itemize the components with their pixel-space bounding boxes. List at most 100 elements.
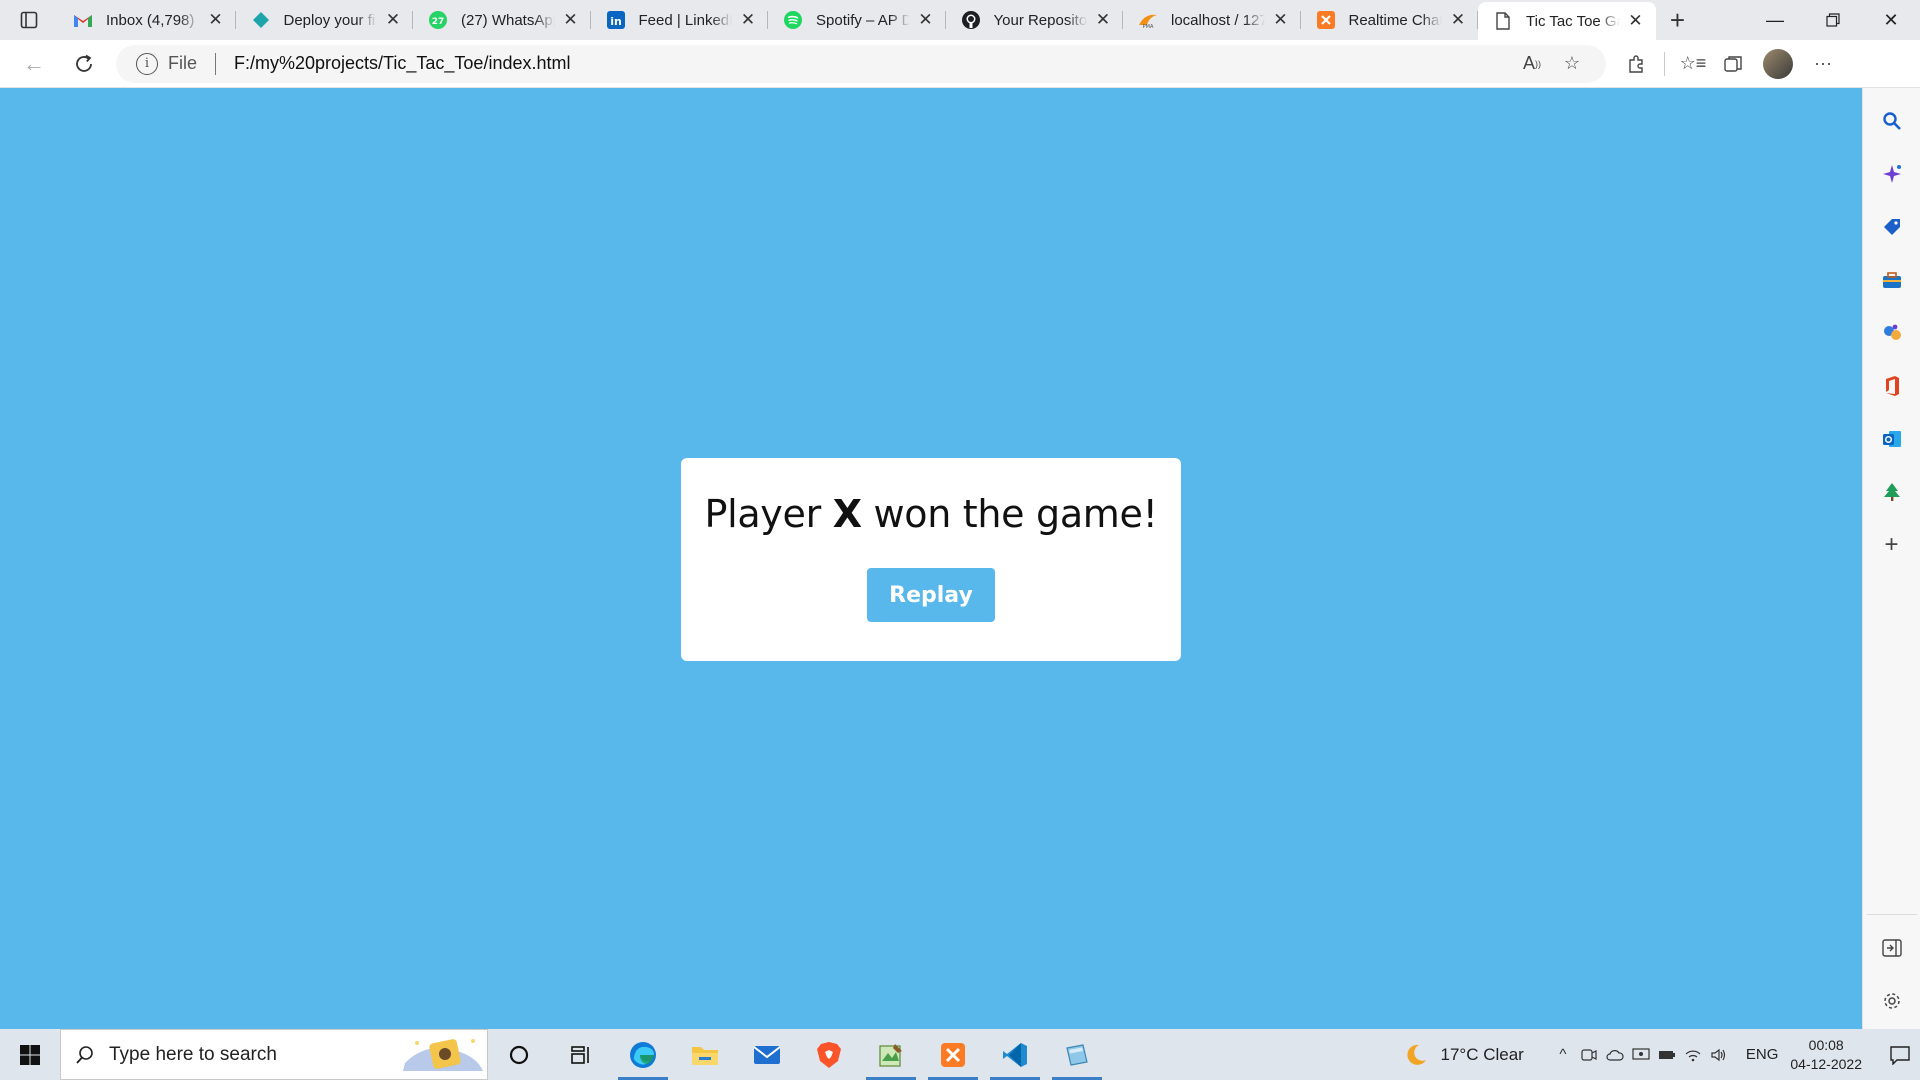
tab-whatsapp[interactable]: 27 (27) WhatsApp ✕ — [413, 0, 591, 40]
sidebar-hide-icon[interactable] — [1872, 928, 1912, 968]
site-info-icon[interactable]: i — [136, 52, 158, 75]
taskbar-file-explorer[interactable] — [674, 1029, 736, 1080]
display-icon[interactable] — [1628, 1042, 1654, 1068]
gmail-icon — [72, 9, 94, 31]
weather-widget[interactable]: 17°C Clear — [1403, 1042, 1524, 1068]
profile-avatar[interactable] — [1763, 48, 1793, 79]
tab-title: localhost / 127 — [1171, 11, 1265, 29]
show-hidden-icons-chevron-icon[interactable]: ^ — [1550, 1042, 1576, 1068]
clock[interactable]: 00:08 04-12-2022 — [1790, 1036, 1862, 1074]
collections-icon[interactable] — [1713, 47, 1753, 81]
tab-gmail[interactable]: Inbox (4,798) - ✕ — [58, 0, 236, 40]
favorites-icon[interactable]: ☆≡ — [1673, 47, 1713, 81]
taskbar-edge[interactable] — [612, 1029, 674, 1080]
cortana-button[interactable] — [488, 1029, 550, 1080]
battery-icon[interactable] — [1654, 1042, 1680, 1068]
sidebar-office-icon[interactable] — [1872, 366, 1912, 406]
meet-now-icon[interactable] — [1576, 1042, 1602, 1068]
refresh-button[interactable] — [64, 44, 104, 84]
task-view-button[interactable] — [550, 1029, 612, 1080]
close-icon: ✕ — [1883, 9, 1899, 30]
tab-tic-tac-toe[interactable]: Tic Tac Toe Ga ✕ — [1478, 2, 1656, 40]
wifi-icon[interactable] — [1680, 1042, 1706, 1068]
task-view-icon — [571, 1045, 589, 1064]
whatsapp-icon: 27 — [427, 9, 449, 31]
svg-text:PMA: PMA — [1143, 24, 1154, 29]
extensions-icon[interactable] — [1616, 47, 1656, 81]
app-window-icon — [1066, 1043, 1088, 1066]
tab-actions-button[interactable] — [0, 0, 58, 40]
tab-title: Inbox (4,798) - — [106, 11, 200, 29]
tab-spotify[interactable]: Spotify – AP D ✕ — [768, 0, 946, 40]
tab-github[interactable]: Your Repositor ✕ — [946, 0, 1124, 40]
taskbar-notepad-app[interactable] — [860, 1029, 922, 1080]
volume-icon[interactable] — [1706, 1042, 1732, 1068]
xampp-icon — [1315, 9, 1337, 31]
xampp-icon — [941, 1042, 965, 1067]
spotify-icon — [782, 9, 804, 31]
notification-center-button[interactable] — [1880, 1029, 1920, 1080]
moon-icon — [1406, 1044, 1426, 1065]
result-suffix: won the game! — [861, 492, 1158, 536]
tab-realtime-chat[interactable]: Realtime Chat ✕ — [1301, 0, 1479, 40]
replay-button[interactable]: Replay — [867, 568, 995, 622]
phpmyadmin-icon: PMA — [1137, 9, 1159, 31]
tab-close-icon[interactable]: ✕ — [206, 10, 226, 30]
page-viewport: Player X won the game! Replay — [0, 88, 1862, 1029]
tab-close-icon[interactable]: ✕ — [383, 10, 403, 30]
tab-title: Deploy your fi — [283, 11, 376, 29]
minimize-button[interactable]: — — [1746, 0, 1804, 40]
taskbar-vscode[interactable] — [984, 1029, 1046, 1080]
restore-button[interactable] — [1804, 0, 1862, 40]
sidebar-search-icon[interactable] — [1872, 101, 1912, 141]
tab-title: (27) WhatsApp — [461, 11, 555, 29]
url-scheme-label: File — [168, 53, 198, 73]
search-highlight-illustration — [403, 1038, 483, 1071]
toolbar-icons: ☆≡ ··· — [1616, 47, 1843, 81]
url-text[interactable]: F:/my%20projects/Tic_Tac_Toe/index.html — [234, 53, 1512, 74]
tab-actions-icon — [20, 11, 38, 29]
sidebar-games-icon[interactable] — [1872, 313, 1912, 353]
sidebar-shopping-tag-icon[interactable] — [1872, 207, 1912, 247]
tab-close-icon[interactable]: ✕ — [738, 10, 758, 30]
read-aloud-icon[interactable]: A)) — [1512, 47, 1552, 81]
tab-deploy[interactable]: Deploy your fi ✕ — [236, 0, 414, 40]
taskbar-mail[interactable] — [736, 1029, 798, 1080]
tab-close-icon[interactable]: ✕ — [561, 10, 581, 30]
sidebar-tools-icon[interactable] — [1872, 260, 1912, 300]
tab-close-icon[interactable]: ✕ — [1448, 10, 1468, 30]
tab-close-icon[interactable]: ✕ — [1626, 11, 1646, 31]
mail-icon — [753, 1045, 781, 1064]
address-bar[interactable]: i File F:/my%20projects/Tic_Tac_Toe/inde… — [116, 44, 1606, 83]
new-tab-button[interactable]: + — [1656, 0, 1700, 40]
back-button[interactable]: ← — [14, 44, 54, 84]
tab-phpmyadmin[interactable]: PMA localhost / 127 ✕ — [1123, 0, 1301, 40]
add-favorite-icon[interactable]: ☆ — [1552, 47, 1592, 81]
clock-time: 00:08 — [1808, 1036, 1844, 1053]
taskbar-xampp[interactable] — [922, 1029, 984, 1080]
sidebar-settings-icon[interactable] — [1872, 981, 1912, 1021]
tab-linkedin[interactable]: in Feed | LinkedIn ✕ — [591, 0, 769, 40]
github-icon — [960, 9, 982, 31]
start-button[interactable] — [0, 1029, 60, 1080]
taskbar-search-box[interactable]: Type here to search — [60, 1029, 488, 1080]
onedrive-cloud-icon[interactable] — [1602, 1042, 1628, 1068]
tab-close-icon[interactable]: ✕ — [1093, 10, 1113, 30]
tab-close-icon[interactable]: ✕ — [916, 10, 936, 30]
tab-close-icon[interactable]: ✕ — [1271, 10, 1291, 30]
sidebar-tree-icon[interactable] — [1872, 472, 1912, 512]
weather-text: 17°C Clear — [1440, 1044, 1524, 1064]
sidebar-sparkle-icon[interactable] — [1872, 154, 1912, 194]
tab-strip: Inbox (4,798) - ✕ Deploy your fi ✕ 27 (2… — [0, 0, 1920, 40]
vscode-icon — [1003, 1042, 1027, 1067]
language-indicator[interactable]: ENG — [1746, 1046, 1779, 1063]
plus-icon: + — [1669, 4, 1686, 35]
taskbar-app-window[interactable] — [1046, 1029, 1108, 1080]
taskbar-brave[interactable] — [798, 1029, 860, 1080]
more-options-icon[interactable]: ··· — [1803, 47, 1843, 81]
linkedin-icon: in — [605, 9, 627, 31]
close-window-button[interactable]: ✕ — [1862, 0, 1920, 40]
tab-title: Realtime Chat — [1348, 11, 1443, 29]
sidebar-outlook-icon[interactable] — [1872, 419, 1912, 459]
sidebar-add-icon[interactable]: + — [1872, 525, 1912, 565]
